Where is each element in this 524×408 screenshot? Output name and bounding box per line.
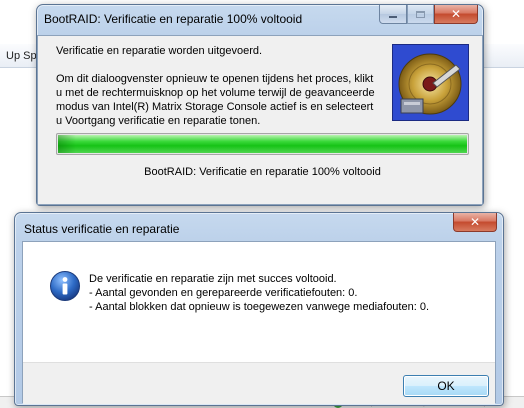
status-dialog-title: Status verificatie en reparatie (24, 222, 180, 236)
progress-bar (56, 133, 469, 155)
minimize-button[interactable] (379, 5, 407, 24)
close-icon: ✕ (469, 215, 481, 229)
progress-description: Verificatie en reparatie worden uitgevoe… (56, 45, 263, 57)
progress-window-title: BootRAID: Verificatie en reparatie 100% … (44, 12, 303, 26)
dialog-button-bar: OK (23, 362, 495, 404)
hard-disk-icon (392, 44, 469, 121)
ok-button[interactable]: OK (403, 375, 489, 397)
maximize-icon (416, 10, 425, 18)
close-icon: ✕ (450, 7, 462, 21)
status-message-line: - Aantal gevonden en gerepareerde verifi… (89, 287, 358, 299)
status-message-line: - Aantal blokken dat opnieuw is toegewez… (89, 301, 430, 313)
progress-bar-highlight (58, 135, 76, 153)
dialog-close-button[interactable]: ✕ (453, 213, 497, 232)
background-column-label: Up Sp (6, 50, 37, 62)
status-dialog-client: De verificatie en reparatie zijn met suc… (22, 241, 496, 404)
info-icon (49, 270, 81, 302)
progress-bar-fill (58, 135, 467, 153)
status-message-line: De verificatie en reparatie zijn met suc… (89, 273, 337, 285)
minimize-icon (389, 16, 397, 18)
maximize-button[interactable] (407, 5, 434, 24)
progress-status-text: BootRAID: Verificatie en reparatie 100% … (144, 166, 381, 178)
progress-window-client: Verificatie en reparatie worden uitgevoe… (37, 35, 483, 205)
status-dialog: Status verificatie en reparatie ✕ De ver… (14, 212, 504, 406)
progress-info-text: Om dit dialoogvenster opnieuw te openen … (56, 73, 375, 127)
close-button[interactable]: ✕ (434, 5, 478, 24)
progress-window: BootRAID: Verificatie en reparatie 100% … (36, 4, 484, 206)
